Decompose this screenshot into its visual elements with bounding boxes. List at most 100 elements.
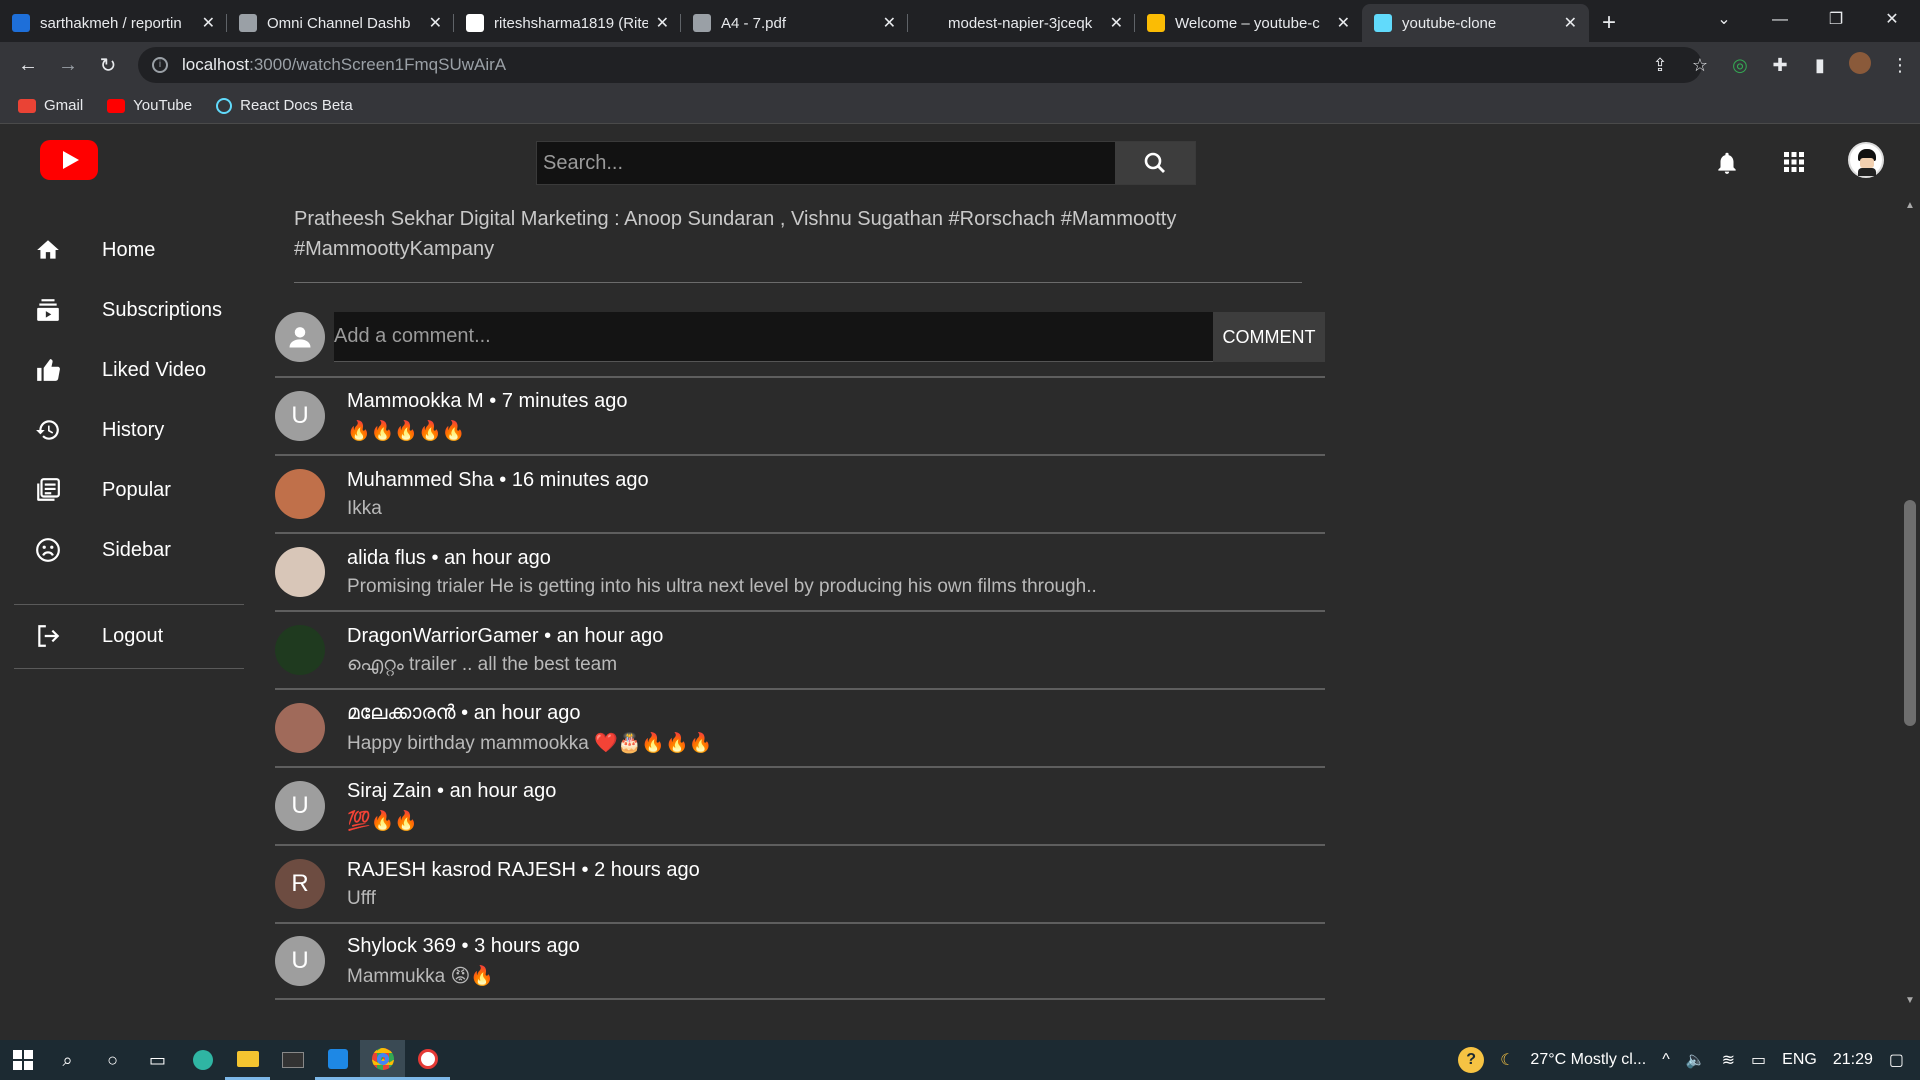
search-input[interactable] (537, 142, 1115, 184)
bookmark-youtube[interactable]: YouTube (107, 97, 192, 114)
youtube-logo[interactable] (40, 140, 98, 180)
browser-tab[interactable]: riteshsharma1819 (Rites ✕ (454, 4, 681, 42)
volume-icon[interactable]: 🔈 (1686, 1050, 1706, 1070)
commenter-avatar[interactable]: U (275, 391, 325, 441)
bookmark-gmail[interactable]: Gmail (18, 97, 83, 114)
task-view-icon[interactable]: ▭ (135, 1040, 180, 1080)
wifi-icon[interactable]: ≋ (1722, 1050, 1735, 1070)
browser-tab[interactable]: Welcome – youtube-c ✕ (1135, 4, 1362, 42)
sidebar-item-popular[interactable]: Popular (0, 460, 260, 520)
tab-close-icon[interactable]: ✕ (656, 13, 669, 33)
sidebar-item-history[interactable]: History (0, 400, 260, 460)
new-tab-button[interactable]: + (1589, 4, 1629, 42)
profile-avatar-icon[interactable] (1840, 51, 1880, 79)
close-window-button[interactable]: ✕ (1864, 0, 1920, 40)
tab-close-icon[interactable]: ✕ (1337, 13, 1350, 33)
comment-author[interactable]: Mammookka M (347, 390, 484, 412)
bookmark-star-icon[interactable]: ☆ (1680, 55, 1720, 76)
browser-menu-icon[interactable]: ⋮ (1880, 55, 1920, 76)
browser-tab[interactable]: Omni Channel Dashb ✕ (227, 4, 454, 42)
comment-author[interactable]: മലേക്കാരൻ (347, 702, 456, 724)
sidebar-item-liked-video[interactable]: Liked Video (0, 340, 260, 400)
notification-bell-icon[interactable] (1714, 150, 1740, 176)
sidebar-item-label: Sidebar (102, 538, 171, 561)
video-description: Pratheesh Sekhar Digital Marketing : Ano… (294, 204, 1234, 264)
restore-button[interactable]: ❐ (1808, 0, 1864, 40)
comment-text: 💯🔥🔥 (347, 810, 418, 832)
site-info-icon[interactable]: i (152, 57, 168, 73)
commenter-avatar[interactable] (275, 703, 325, 753)
terminal-icon[interactable] (270, 1040, 315, 1080)
tab-search-icon[interactable]: ⌄ (1696, 0, 1752, 40)
commenter-avatar[interactable]: R (275, 859, 325, 909)
description-divider (294, 282, 1302, 283)
forward-button[interactable]: → (48, 54, 88, 77)
sidebar-item-sidebar[interactable]: Sidebar (0, 520, 260, 580)
extensions-puzzle-icon[interactable]: ✚ (1760, 55, 1800, 76)
sidebar-item-subscriptions[interactable]: Subscriptions (0, 280, 260, 340)
comment-input[interactable] (334, 312, 1213, 362)
comment-author[interactable]: DragonWarriorGamer (347, 625, 539, 647)
page-scrollbar[interactable]: ▲ ▼ (1900, 196, 1920, 1010)
tab-close-icon[interactable]: ✕ (1564, 13, 1577, 33)
person-icon (289, 327, 311, 348)
browser-tab[interactable]: youtube-clone ✕ (1362, 4, 1589, 42)
vscode-icon[interactable] (315, 1040, 360, 1080)
commenter-avatar[interactable] (275, 625, 325, 675)
share-icon[interactable]: ⇪ (1640, 55, 1680, 76)
browser-tab[interactable]: sarthakmeh / reportin ✕ (0, 4, 227, 42)
scroll-down-icon[interactable]: ▼ (1905, 995, 1915, 1006)
side-panel-icon[interactable]: ▮ (1800, 55, 1840, 76)
commenter-avatar[interactable]: U (275, 781, 325, 831)
address-bar[interactable]: i localhost:3000/watchScreen1FmqSUwAirA (138, 47, 1702, 83)
notification-center-icon[interactable]: ▢ (1889, 1050, 1904, 1070)
search-button[interactable] (1115, 142, 1195, 184)
comment-author[interactable]: alida flus (347, 547, 426, 569)
apps-grid-icon[interactable] (1782, 150, 1806, 174)
language-indicator[interactable]: ENG (1782, 1051, 1817, 1069)
tab-close-icon[interactable]: ✕ (1110, 13, 1123, 33)
help-icon[interactable]: ? (1458, 1047, 1485, 1073)
comment-author[interactable]: RAJESH kasrod RAJESH (347, 859, 576, 881)
tab-close-icon[interactable]: ✕ (429, 13, 442, 33)
reload-button[interactable]: ↻ (88, 53, 128, 78)
url-host: localhost (182, 55, 250, 74)
back-button[interactable]: ← (8, 54, 48, 77)
cortana-icon[interactable]: ○ (90, 1040, 135, 1080)
scroll-up-icon[interactable]: ▲ (1905, 200, 1915, 211)
sidebar-item-logout[interactable]: Logout (0, 606, 260, 666)
edge-icon[interactable] (180, 1040, 225, 1080)
comment-meta: RAJESH kasrod RAJESH • 2 hours ago (347, 859, 700, 882)
comment-author[interactable]: Siraj Zain (347, 780, 431, 802)
meta-separator: • (538, 624, 557, 647)
comment-author[interactable]: Shylock 369 (347, 935, 456, 957)
bookmark-label: YouTube (133, 97, 193, 114)
commenter-avatar[interactable]: U (275, 936, 325, 986)
sidebar-item-home[interactable]: Home (0, 220, 260, 280)
window-controls: ⌄ — ❐ ✕ (1696, 0, 1920, 40)
taskbar-search-icon[interactable]: ⌕ (45, 1040, 90, 1080)
scrollbar-thumb[interactable] (1904, 500, 1916, 726)
react-app-icon[interactable] (405, 1040, 450, 1080)
chevron-up-icon[interactable]: ^ (1662, 1051, 1670, 1069)
comment-button[interactable]: COMMENT (1213, 312, 1325, 362)
tab-close-icon[interactable]: ✕ (883, 13, 896, 33)
extension-circle-icon[interactable]: ◎ (1720, 55, 1760, 76)
comment-meta: alida flus • an hour ago (347, 547, 1097, 570)
clock[interactable]: 21:29 (1833, 1051, 1873, 1069)
comment-author[interactable]: Muhammed Sha (347, 469, 494, 491)
comment-text: Mammukka 😡🔥 (347, 965, 494, 987)
weather-text[interactable]: 27°C Mostly cl... (1530, 1051, 1646, 1069)
bookmark-react-docs[interactable]: React Docs Beta (216, 97, 353, 114)
browser-tab[interactable]: A4 - 7.pdf ✕ (681, 4, 908, 42)
chrome-icon[interactable] (360, 1040, 405, 1080)
battery-icon[interactable]: ▭ (1751, 1050, 1766, 1070)
commenter-avatar[interactable] (275, 469, 325, 519)
user-avatar[interactable] (1848, 142, 1884, 178)
commenter-avatar[interactable] (275, 547, 325, 597)
file-explorer-icon[interactable] (225, 1040, 270, 1080)
tab-close-icon[interactable]: ✕ (202, 13, 215, 33)
minimize-button[interactable]: — (1752, 0, 1808, 40)
start-button[interactable] (0, 1040, 45, 1080)
browser-tab[interactable]: modest-napier-3jceqk ✕ (908, 4, 1135, 42)
